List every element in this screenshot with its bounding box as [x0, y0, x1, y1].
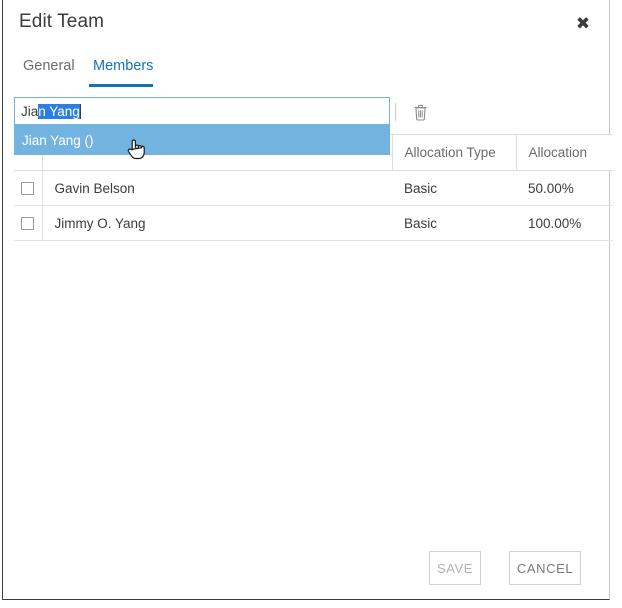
toolbar-divider	[395, 103, 396, 121]
tab-members[interactable]: Members	[91, 52, 155, 84]
close-icon[interactable]: ✖	[569, 10, 597, 36]
column-header-allocation: Allocation	[516, 134, 613, 171]
dialog-footer: SAVE CANCEL	[3, 551, 609, 585]
cell-member-name: Jimmy O. Yang	[42, 205, 392, 241]
search-input-typed-text: Jia	[21, 103, 39, 119]
member-search-combobox[interactable]: Jia n Yang Jian Yang ()	[14, 97, 390, 155]
list-item[interactable]: Jian Yang ()	[14, 125, 390, 155]
cell-member-name: Gavin Belson	[42, 170, 392, 206]
search-input-selected-suggestion: n Yang	[38, 103, 80, 119]
edit-team-dialog: Edit Team ✖ General Members Allocation T…	[2, 0, 613, 600]
cell-allocation-type: Basic	[392, 170, 516, 206]
member-toolbar	[395, 99, 430, 125]
cell-allocation: 100.00%	[516, 205, 613, 241]
table-row[interactable]: Gavin Belson Basic 50.00%	[14, 170, 613, 206]
search-input[interactable]: Jia n Yang	[14, 97, 390, 125]
cell-allocation: 50.00%	[516, 170, 613, 206]
cell-allocation-type: Basic	[392, 205, 516, 241]
page-title: Edit Team	[19, 11, 105, 32]
text-caret	[79, 103, 81, 119]
row-select-cell[interactable]	[14, 205, 43, 241]
trash-icon-glyph	[414, 104, 426, 121]
tab-bar: General Members	[3, 52, 609, 90]
table-row[interactable]: Jimmy O. Yang Basic 100.00%	[14, 205, 613, 241]
search-suggestion-list[interactable]: Jian Yang ()	[14, 125, 390, 155]
row-checkbox[interactable]	[21, 182, 35, 196]
row-checkbox[interactable]	[21, 217, 35, 231]
tab-general[interactable]: General	[21, 52, 77, 84]
row-select-cell[interactable]	[14, 170, 43, 206]
dialog-header: Edit Team ✖	[3, 0, 609, 48]
save-button[interactable]: SAVE	[429, 551, 481, 585]
trash-icon[interactable]	[410, 101, 430, 123]
cancel-button[interactable]: CANCEL	[509, 551, 581, 585]
column-header-allocation-type: Allocation Type	[392, 134, 517, 171]
active-tab-indicator	[89, 84, 153, 87]
